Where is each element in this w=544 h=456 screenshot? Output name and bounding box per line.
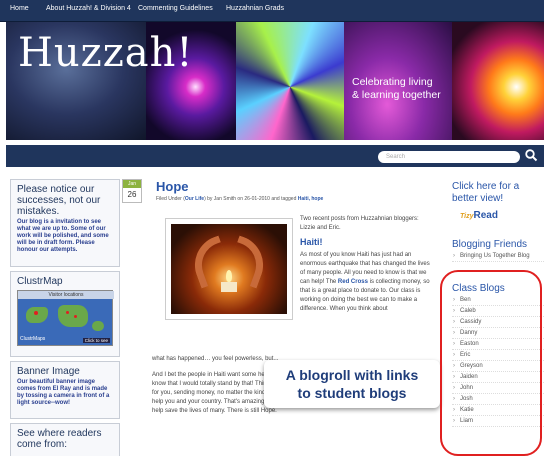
map-continent — [58, 305, 88, 327]
map-continent — [26, 307, 48, 323]
clustrmap-map[interactable]: Visitor locations ClustrMaps Click to se… — [17, 290, 114, 346]
nav-huzzahnian-grads[interactable]: Huzzahnian Grads — [226, 5, 284, 12]
top-nav: Home About Huzzah! & Division 4 Commenti… — [0, 0, 544, 22]
banner-image-widget: Banner Image Our beautiful banner image … — [10, 361, 120, 419]
header-banner: Huzzah! Celebrating living & learning to… — [6, 22, 544, 140]
search-icon[interactable] — [524, 148, 538, 162]
read-text: Read — [473, 210, 498, 221]
better-view-widget: Click here for a better view! TizyRead — [452, 181, 544, 221]
post-intro: Two recent posts from Huzzahnian blogger… — [300, 216, 419, 231]
search-bar: Search — [6, 145, 544, 167]
clustrmaps-logo: ClustrMaps — [20, 336, 46, 342]
post-date-month: Jan — [123, 180, 141, 188]
candle-icon — [221, 282, 237, 292]
banner-image-title: Banner Image — [17, 366, 80, 377]
candle-flame-icon — [226, 270, 232, 282]
tagline-line-1: Celebrating living — [352, 76, 433, 88]
banner-panel-3 — [236, 22, 344, 140]
callout-line-2: to student blogs — [297, 385, 407, 401]
site-title[interactable]: Huzzah! — [18, 30, 193, 76]
post-photo — [166, 219, 292, 319]
better-view-link[interactable]: Click here for a better view! — [452, 181, 544, 205]
site-tagline: Celebrating living & learning together — [352, 76, 462, 102]
readers-widget: See where readers come from: — [10, 423, 120, 456]
nav-about[interactable]: About Huzzah! & Division 4 — [46, 5, 131, 12]
highlight-circle — [440, 270, 542, 456]
notice-widget: Please notice our successes, not our mis… — [10, 179, 120, 267]
post-title[interactable]: Hope — [156, 179, 189, 194]
red-cross-link[interactable]: Red Cross — [338, 279, 368, 285]
post-date-day: 26 — [127, 190, 137, 199]
meta-mid: ) by Jan Smith on 26-01-2010 and tagged — [204, 196, 297, 202]
tizy-text: Tizy — [460, 213, 474, 220]
notice-title: Please notice our successes, not our mis… — [17, 184, 101, 217]
map-dot — [34, 311, 38, 315]
blogging-friends-title: Blogging Friends — [452, 239, 528, 250]
left-sidebar: Please notice our successes, not our mis… — [10, 173, 120, 456]
search-input[interactable]: Search — [378, 151, 520, 163]
map-dot — [66, 311, 69, 314]
clustrmap-title: ClustrMap — [17, 276, 63, 287]
post-heading: Haiti! — [300, 237, 323, 247]
friends-link[interactable]: Bringing Us Together Blog — [452, 251, 544, 262]
nav-home[interactable]: Home — [10, 5, 29, 12]
banner-image-body: Our beautiful banner image comes from El… — [17, 379, 110, 406]
readers-title: See where readers come from: — [17, 428, 102, 450]
clustrmap-click-link[interactable]: Click to see — [82, 338, 110, 343]
banner-panel-5 — [452, 22, 544, 140]
nav-commenting-guidelines[interactable]: Commenting Guidelines — [138, 5, 213, 12]
blogging-friends-widget: Blogging Friends Bringing Us Together Bl… — [452, 239, 544, 262]
tagline-line-2: & learning together — [352, 89, 441, 101]
post-paragraph-1: As most of you know Haiti has just had a… — [300, 251, 432, 314]
clustrmap-widget: ClustrMap Visitor locations ClustrMaps C… — [10, 271, 120, 357]
notice-body: Our blog is a invitation to see what we … — [17, 219, 109, 253]
callout-line-1: A blogroll with links — [285, 367, 419, 383]
blog-page: Home About Huzzah! & Division 4 Commenti… — [0, 0, 544, 456]
map-continent — [92, 321, 104, 331]
clustrmap-header: Visitor locations — [18, 291, 114, 299]
post-right-text: Two recent posts from Huzzahnian blogger… — [300, 215, 432, 314]
meta-prefix: Filed Under ( — [156, 196, 185, 202]
meta-category-link[interactable]: Our Life — [185, 196, 204, 202]
meta-tags-link[interactable]: Haiti, hope — [298, 196, 324, 202]
post-area: Jan 26 Hope Filed Under (Our Life) by Ja… — [122, 173, 447, 456]
map-dot — [74, 315, 77, 318]
blogroll-callout: A blogroll with links to student blogs — [264, 360, 440, 408]
post-date-badge: Jan 26 — [122, 179, 142, 203]
post-meta: Filed Under (Our Life) by Jan Smith on 2… — [156, 196, 323, 202]
tizyread-logo[interactable]: TizyRead — [452, 210, 544, 221]
